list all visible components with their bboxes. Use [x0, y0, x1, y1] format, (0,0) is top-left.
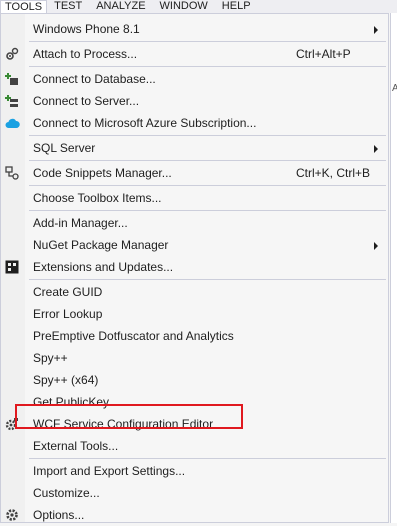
menu-item-label: Attach to Process...: [33, 47, 138, 61]
menu-item-sql-server[interactable]: SQL Server: [1, 137, 388, 159]
menu-item-label: Import and Export Settings...: [33, 464, 186, 478]
menu-item-preemptive[interactable]: PreEmptive Dotfuscator and Analytics: [1, 325, 388, 347]
menu-item-label: Code Snippets Manager...: [33, 166, 172, 180]
menu-item-spy-x64[interactable]: Spy++ (x64): [1, 369, 388, 391]
menu-item-label: Customize...: [33, 486, 100, 500]
menu-item-connect-database[interactable]: Connect to Database...: [1, 68, 388, 90]
attach-process-icon: [4, 46, 20, 62]
menu-item-label: Spy++: [33, 351, 68, 365]
menu-item-label: PreEmptive Dotfuscator and Analytics: [33, 329, 234, 343]
menu-item-label: WCF Service Configuration Editor: [33, 417, 214, 431]
menu-item-extensions[interactable]: Extensions and Updates...: [1, 256, 388, 278]
menu-item-label: NuGet Package Manager: [33, 238, 169, 252]
submenu-arrow-icon: [374, 26, 378, 34]
menu-item-label: Connect to Database...: [33, 72, 156, 86]
submenu-arrow-icon: [374, 242, 378, 250]
menu-item-choose-toolbox[interactable]: Choose Toolbox Items...: [1, 187, 388, 209]
menu-bar: TOOLS TEST ANALYZE WINDOW HELP: [0, 0, 397, 13]
menu-item-label: Connect to Microsoft Azure Subscription.…: [33, 116, 257, 130]
menu-item-windows-phone[interactable]: Windows Phone 8.1: [1, 18, 388, 40]
menu-test[interactable]: TEST: [47, 0, 89, 13]
menu-item-error-lookup[interactable]: Error Lookup: [1, 303, 388, 325]
menu-item-import-export[interactable]: Import and Export Settings...: [1, 460, 388, 482]
settings-gear-icon: [4, 507, 20, 523]
extensions-icon: [4, 259, 20, 275]
connect-database-icon: [4, 71, 20, 87]
menu-item-shortcut: Ctrl+Alt+P: [296, 47, 351, 61]
menu-help[interactable]: HELP: [215, 0, 258, 13]
menu-item-connect-server[interactable]: Connect to Server...: [1, 90, 388, 112]
menu-item-label: Options...: [33, 508, 85, 522]
menu-item-label: Create GUID: [33, 285, 103, 299]
background-panel-text: AC: [392, 83, 397, 94]
menu-item-label: Error Lookup: [33, 307, 103, 321]
menu-item-label: Windows Phone 8.1: [33, 22, 140, 36]
menu-item-nuget[interactable]: NuGet Package Manager: [1, 234, 388, 256]
menu-item-code-snippets[interactable]: Code Snippets Manager... Ctrl+K, Ctrl+B: [1, 162, 388, 184]
menu-item-connect-azure[interactable]: Connect to Microsoft Azure Subscription.…: [1, 112, 388, 134]
menu-item-wcf-config[interactable]: WCF Service Configuration Editor: [1, 413, 388, 435]
menu-window[interactable]: WINDOW: [153, 0, 215, 13]
menu-item-label: SQL Server: [33, 141, 96, 155]
menu-item-attach-to-process[interactable]: Attach to Process... Ctrl+Alt+P: [1, 43, 388, 65]
menu-item-label: Connect to Server...: [33, 94, 140, 108]
code-snippets-icon: [4, 165, 20, 181]
menu-item-label: External Tools...: [33, 439, 119, 453]
connect-server-icon: [4, 93, 20, 109]
gear-icon: [4, 416, 20, 432]
cloud-icon: [4, 115, 20, 131]
menu-item-label: Extensions and Updates...: [33, 260, 174, 274]
menu-item-shortcut: Ctrl+K, Ctrl+B: [296, 166, 371, 180]
menu-item-label: Add-in Manager...: [33, 216, 128, 230]
menu-item-addin-manager[interactable]: Add-in Manager...: [1, 212, 388, 234]
background-panel: AC: [390, 13, 397, 523]
menu-item-label: Get PublicKey: [33, 395, 110, 409]
menu-item-spy[interactable]: Spy++: [1, 347, 388, 369]
menu-analyze[interactable]: ANALYZE: [89, 0, 152, 13]
menu-item-label: Spy++ (x64): [33, 373, 99, 387]
menu-item-label: Choose Toolbox Items...: [33, 191, 162, 205]
menu-tools[interactable]: TOOLS: [0, 0, 48, 13]
menu-item-customize[interactable]: Customize...: [1, 482, 388, 504]
menu-item-create-guid[interactable]: Create GUID: [1, 281, 388, 303]
tools-dropdown-menu: Windows Phone 8.1 Attach to Process... C…: [0, 13, 389, 523]
menu-item-external-tools[interactable]: External Tools...: [1, 435, 388, 457]
submenu-arrow-icon: [374, 145, 378, 153]
menu-item-get-publickey[interactable]: Get PublicKey: [1, 391, 388, 413]
